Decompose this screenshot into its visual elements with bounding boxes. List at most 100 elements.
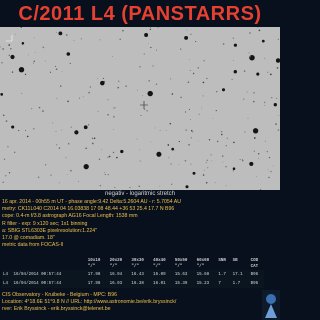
star bbox=[243, 70, 246, 72]
star bbox=[7, 146, 9, 148]
info-line: metry: CK11L040 C2014 04 16.03838 17 08 … bbox=[2, 206, 175, 213]
star bbox=[225, 185, 227, 187]
star bbox=[66, 52, 71, 56]
star bbox=[201, 108, 203, 109]
table-cell: L4 bbox=[3, 272, 9, 277]
star bbox=[205, 181, 208, 184]
star bbox=[150, 46, 152, 49]
table-cell: 16.94 bbox=[109, 272, 123, 277]
star bbox=[99, 39, 101, 41]
star bbox=[167, 144, 170, 146]
star bbox=[18, 66, 25, 73]
footer-line: CIS Observatory - Kruibeke - Belgium - M… bbox=[2, 292, 118, 298]
star bbox=[78, 97, 80, 99]
star bbox=[104, 172, 106, 174]
star bbox=[156, 49, 158, 51]
star bbox=[107, 156, 109, 158]
star bbox=[247, 117, 249, 119]
star bbox=[271, 97, 273, 99]
star bbox=[83, 125, 88, 130]
star bbox=[91, 137, 94, 140]
star bbox=[233, 70, 237, 74]
star bbox=[159, 186, 160, 188]
star bbox=[55, 68, 58, 71]
star bbox=[269, 73, 272, 76]
star bbox=[139, 66, 141, 68]
star bbox=[189, 59, 190, 61]
star bbox=[112, 56, 113, 57]
star bbox=[202, 95, 204, 97]
star bbox=[80, 38, 82, 40]
star bbox=[104, 173, 107, 176]
star bbox=[202, 174, 205, 176]
star bbox=[178, 140, 180, 143]
star bbox=[208, 139, 211, 141]
star bbox=[11, 125, 15, 129]
table-cell: 15.68 bbox=[196, 272, 210, 277]
star bbox=[37, 176, 40, 179]
star bbox=[66, 174, 68, 175]
table-cell: 15.23 bbox=[196, 281, 210, 286]
star bbox=[108, 155, 111, 158]
star bbox=[78, 181, 79, 182]
star bbox=[112, 129, 114, 130]
star bbox=[21, 42, 25, 45]
star bbox=[8, 54, 11, 56]
star bbox=[42, 110, 44, 112]
info-line: 17.0 @ comadiam. 18" bbox=[2, 234, 55, 241]
star bbox=[70, 126, 72, 128]
star bbox=[252, 100, 255, 103]
star bbox=[119, 38, 121, 41]
star bbox=[178, 164, 180, 166]
star bbox=[190, 163, 192, 165]
star bbox=[277, 129, 280, 131]
star bbox=[31, 108, 33, 110]
star bbox=[146, 110, 148, 112]
star bbox=[143, 53, 145, 55]
star bbox=[93, 137, 96, 140]
star bbox=[87, 124, 90, 126]
star bbox=[101, 149, 102, 150]
star bbox=[241, 159, 244, 162]
star bbox=[239, 159, 241, 161]
star bbox=[255, 176, 257, 177]
star bbox=[189, 108, 190, 110]
star bbox=[150, 141, 152, 143]
table-row: L4 16/04/2014 00:57:44 17.98 16.93 16.38… bbox=[2, 279, 264, 288]
star bbox=[98, 158, 101, 160]
star bbox=[210, 154, 212, 156]
star bbox=[2, 48, 4, 50]
star bbox=[112, 151, 115, 154]
info-line: cope: 0.4-m f/3.8 astrograph AG16 Focal … bbox=[2, 213, 138, 220]
star bbox=[73, 40, 75, 42]
star bbox=[32, 62, 35, 64]
star bbox=[8, 44, 11, 46]
star bbox=[97, 110, 99, 112]
star bbox=[264, 105, 266, 107]
star bbox=[33, 37, 35, 39]
star bbox=[189, 69, 191, 71]
star bbox=[88, 91, 90, 94]
star bbox=[180, 96, 182, 98]
image-caption: negativ - logaritmic stretch bbox=[104, 191, 176, 197]
star bbox=[1, 62, 3, 64]
star bbox=[13, 151, 16, 154]
info-line: a: SBIG STL6303E pixelresolution:1.224" bbox=[2, 227, 97, 234]
star bbox=[184, 35, 189, 40]
star bbox=[257, 158, 259, 159]
star bbox=[113, 115, 115, 118]
star bbox=[91, 142, 94, 145]
star bbox=[85, 147, 88, 150]
star bbox=[140, 115, 142, 117]
star bbox=[129, 187, 131, 189]
observatory-logo-icon bbox=[262, 290, 280, 320]
star bbox=[34, 51, 36, 53]
star bbox=[144, 33, 149, 37]
star bbox=[100, 80, 105, 86]
star bbox=[233, 141, 235, 144]
star bbox=[272, 165, 274, 167]
star bbox=[184, 159, 187, 162]
star bbox=[54, 65, 57, 67]
star bbox=[118, 80, 120, 82]
star bbox=[15, 33, 16, 35]
